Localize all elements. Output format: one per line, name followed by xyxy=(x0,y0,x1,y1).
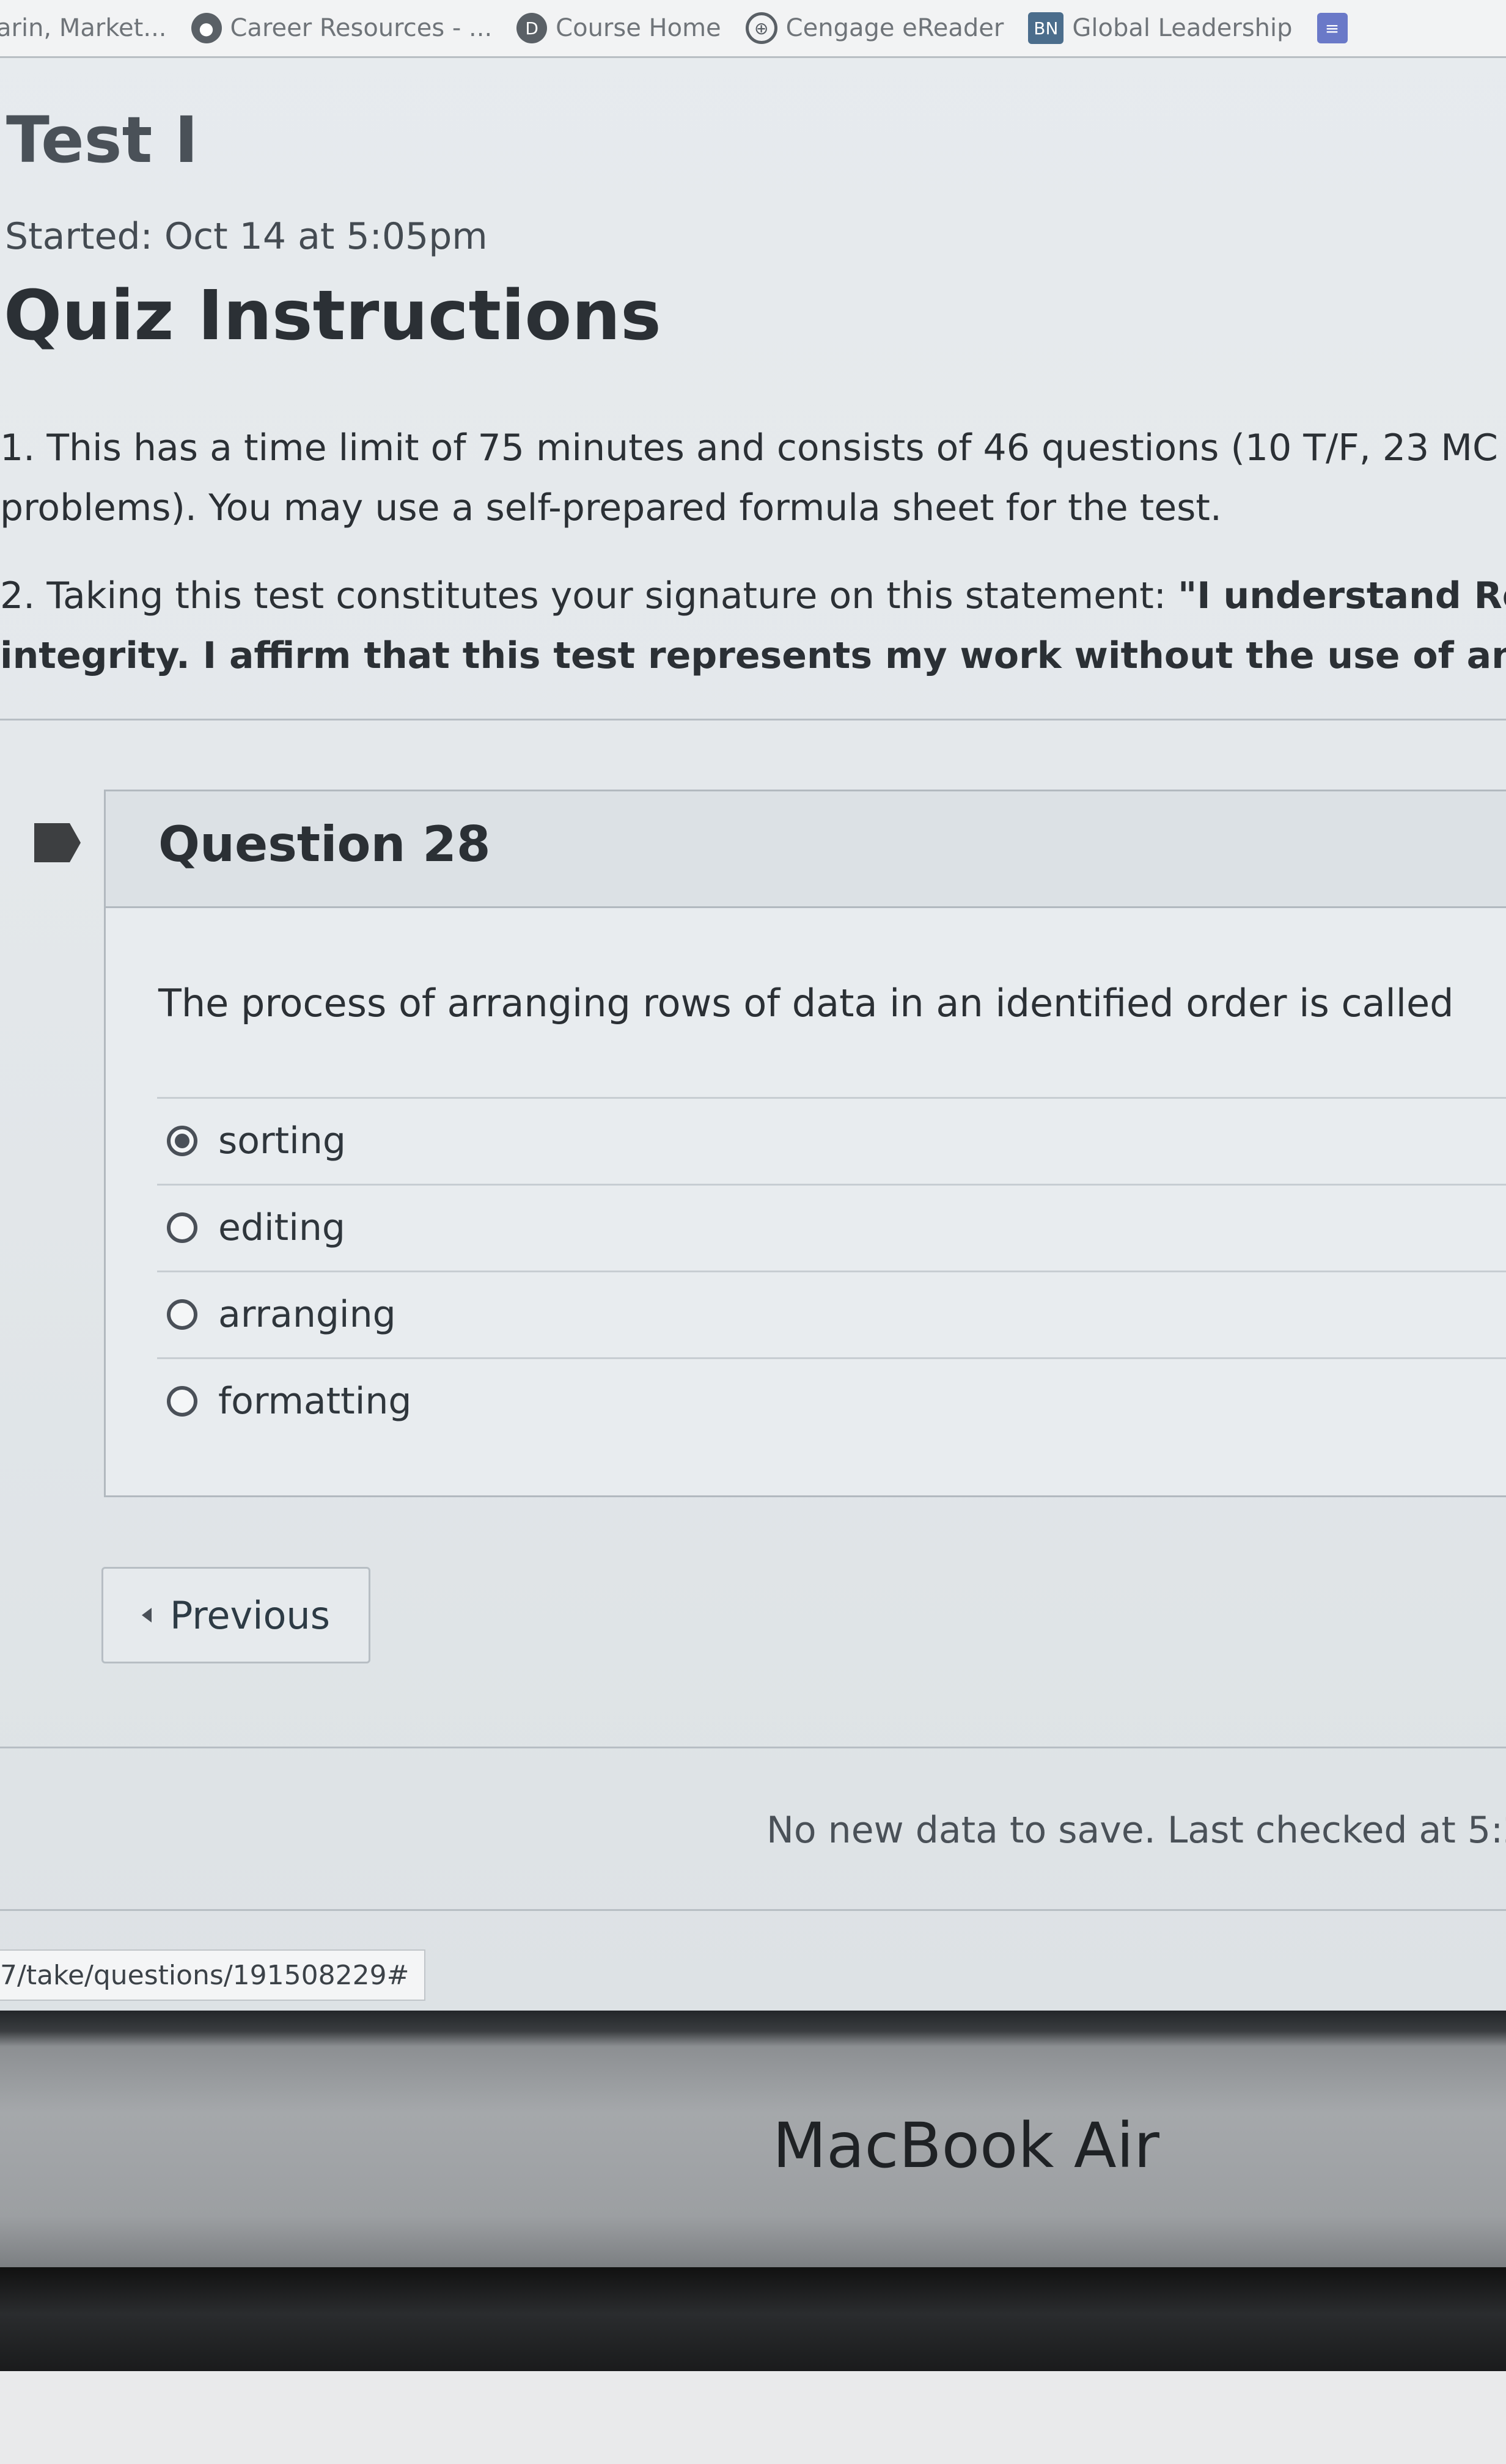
bookmark-career-resources[interactable]: ● Career Resources - ... xyxy=(191,13,493,43)
instructions-heading: Quiz Instructions xyxy=(4,276,661,356)
autosave-status: No new data to save. Last checked at 5:2… xyxy=(766,1809,1506,1852)
bookmark-global-leadership[interactable]: BN Global Leadership xyxy=(1028,12,1293,44)
option-label: arranging xyxy=(218,1293,396,1336)
bookmark-label: arin, Market... xyxy=(0,14,167,42)
instruction-1-line-1: 1. This has a time limit of 75 minutes a… xyxy=(0,427,1506,469)
bookmark-doc[interactable]: ≡ xyxy=(1317,13,1348,43)
option-divider xyxy=(157,1357,1506,1359)
quiz-title: Test I xyxy=(6,103,199,177)
instruction-2-line-1: 2. Taking this test constitutes your sig… xyxy=(0,566,1506,626)
divider xyxy=(0,719,1506,721)
radio-icon[interactable] xyxy=(167,1299,197,1330)
previous-button[interactable]: Previous xyxy=(101,1567,370,1663)
bookmark-label: Global Leadership xyxy=(1072,14,1293,42)
option-label: editing xyxy=(218,1206,345,1249)
bookmark-label: Career Resources - ... xyxy=(230,14,493,42)
instruction-2-line-2: integrity. I affirm that this test repre… xyxy=(0,634,1506,677)
status-url: 7/take/questions/191508229# xyxy=(0,1949,425,2001)
course-icon: D xyxy=(516,13,548,43)
question-card: Question 28 The process of arranging row… xyxy=(104,790,1506,1497)
option-label: sorting xyxy=(218,1120,346,1162)
started-time: Started: Oct 14 at 5:05pm xyxy=(5,215,488,258)
instruction-2-quote: "I understand Rowan's xyxy=(1178,574,1506,617)
document-icon: ≡ xyxy=(1317,13,1348,43)
question-header: Question 28 xyxy=(106,791,1506,908)
bookmark-label: Cengage eReader xyxy=(785,14,1004,42)
instruction-1: 1. This has a time limit of 75 minutes a… xyxy=(0,418,1506,538)
option-label: formatting xyxy=(218,1380,412,1423)
answer-option-formatting[interactable]: formatting xyxy=(167,1365,1506,1438)
browser-screen: arin, Market... ● Career Resources - ...… xyxy=(0,0,1506,2011)
question-number: Question 28 xyxy=(158,816,491,873)
flag-question-icon[interactable] xyxy=(33,822,82,864)
answer-option-editing[interactable]: editing xyxy=(167,1191,1506,1264)
bookmark-cengage[interactable]: ⊕ Cengage eReader xyxy=(745,12,1004,44)
bookmarks-bar: arin, Market... ● Career Resources - ...… xyxy=(0,0,1506,58)
bn-icon: BN xyxy=(1028,12,1064,44)
instruction-2: 2. Taking this test constitutes your sig… xyxy=(0,566,1506,686)
option-divider xyxy=(157,1270,1506,1272)
radio-icon[interactable] xyxy=(167,1212,197,1243)
radio-selected-icon[interactable] xyxy=(167,1126,197,1156)
bookmark-label: Course Home xyxy=(556,14,721,42)
previous-label: Previous xyxy=(169,1593,331,1638)
divider xyxy=(0,1747,1506,1748)
bookmark-market[interactable]: arin, Market... xyxy=(0,14,167,42)
divider xyxy=(0,1909,1506,1911)
bookmark-course-home[interactable]: D Course Home xyxy=(516,13,721,43)
option-divider xyxy=(157,1184,1506,1186)
background-surface xyxy=(0,2371,1506,2464)
device-label: MacBook Air xyxy=(773,2110,1159,2182)
laptop-hinge xyxy=(0,2267,1506,2371)
career-icon: ● xyxy=(191,13,222,43)
laptop-bezel xyxy=(0,2011,1506,2267)
question-text: The process of arranging rows of data in… xyxy=(158,981,1454,1025)
globe-icon: ⊕ xyxy=(745,12,777,44)
option-divider xyxy=(157,1097,1506,1099)
radio-icon[interactable] xyxy=(167,1386,197,1417)
caret-left-icon xyxy=(141,1608,152,1623)
answer-option-arranging[interactable]: arranging xyxy=(167,1278,1506,1351)
instruction-1-line-2: problems). You may use a self-prepared f… xyxy=(0,486,1222,529)
instruction-2-text: 2. Taking this test constitutes your sig… xyxy=(0,574,1178,617)
answer-option-sorting[interactable]: sorting xyxy=(167,1104,1506,1178)
